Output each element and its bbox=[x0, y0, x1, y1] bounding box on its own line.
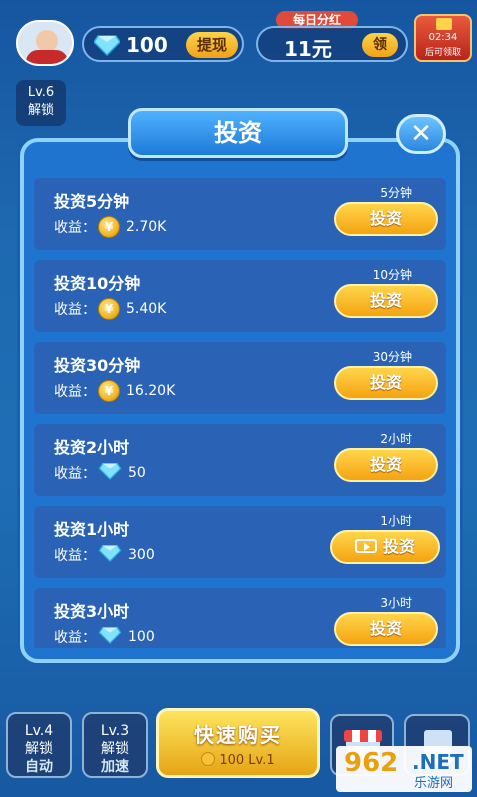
invest-option-row: 投资2小时收益： 50 2小时投资 bbox=[34, 424, 446, 496]
invest-button[interactable]: 投资 bbox=[334, 366, 438, 400]
watermark-logo: 962 .NET 乐游网 bbox=[336, 746, 472, 792]
quick-buy-cost-text: 100 Lv.1 bbox=[219, 753, 275, 768]
coin-icon: ¥ bbox=[98, 380, 120, 402]
invest-button[interactable]: 投资 bbox=[334, 202, 438, 236]
invest-option-title: 投资1小时 bbox=[54, 520, 130, 539]
reward-label: 收益： bbox=[54, 384, 96, 400]
invest-option-reward: 收益： 100 bbox=[54, 626, 155, 648]
reward-label: 收益： bbox=[54, 630, 96, 646]
close-button[interactable]: ✕ bbox=[396, 114, 446, 154]
video-icon bbox=[354, 539, 377, 553]
invest-option-duration: 3小时 bbox=[380, 596, 412, 610]
invest-button-label: 投资 bbox=[369, 455, 402, 474]
invest-button-label: 投资 bbox=[369, 373, 402, 392]
gem-balance: 100 提现 bbox=[82, 26, 244, 62]
invest-option-row: 投资30分钟 收益： ¥16.20K 30分钟 投资 bbox=[34, 342, 446, 414]
invest-option-duration: 10分钟 bbox=[372, 268, 412, 282]
invest-option-reward: 收益： ¥2.70K bbox=[54, 216, 166, 238]
invest-option-duration: 30分钟 bbox=[372, 350, 412, 364]
watch-video-invest-button[interactable]: 投资 bbox=[330, 530, 440, 564]
speed-level: Lv.3 bbox=[100, 723, 130, 739]
invest-option-duration: 2小时 bbox=[380, 432, 412, 446]
timed-gift[interactable]: 02:34 后可领取 bbox=[414, 14, 472, 62]
avatar-shirt bbox=[26, 50, 68, 64]
invest-option-reward: 收益： ¥5.40K bbox=[54, 298, 166, 320]
watermark-net: .NET bbox=[412, 750, 464, 774]
invest-option-title: 投资2小时 bbox=[54, 438, 130, 457]
withdraw-button[interactable]: 提现 bbox=[186, 32, 238, 58]
close-icon: ✕ bbox=[410, 119, 432, 149]
watermark-text: 乐游网 bbox=[414, 776, 454, 791]
invest-button-label: 投资 bbox=[369, 209, 402, 228]
reward-value: 100 bbox=[128, 629, 155, 645]
gift-timer: 02:34 bbox=[428, 32, 458, 43]
invest-option-reward: 收益： 300 bbox=[54, 544, 155, 566]
invest-option-row: 投资3小时收益： 100 3小时投资 bbox=[34, 588, 446, 648]
reward-label: 收益： bbox=[54, 220, 96, 236]
invest-button[interactable]: 投资 bbox=[334, 448, 438, 482]
diamond-icon bbox=[98, 544, 122, 566]
invest-option-title: 投资3小时 bbox=[54, 602, 130, 621]
invest-option-reward: 收益： ¥16.20K bbox=[54, 380, 175, 402]
reward-value: 16.20K bbox=[126, 383, 176, 399]
auto-unlock-label: 解锁 bbox=[25, 741, 53, 757]
auto-level: Lv.4 bbox=[24, 723, 54, 739]
money-balance: 11元 领 bbox=[256, 26, 408, 62]
coin-icon: ¥ bbox=[98, 298, 120, 320]
invest-option-row: 投资1小时收益： 300 1小时投资 bbox=[34, 506, 446, 578]
reward-label: 收益： bbox=[54, 302, 96, 318]
watermark-number: 962 bbox=[344, 748, 399, 778]
invest-button[interactable]: 投资 bbox=[334, 612, 438, 646]
invest-option-reward: 收益： 50 bbox=[54, 462, 146, 484]
reward-label: 收益： bbox=[54, 548, 96, 564]
invest-button-label: 投资 bbox=[382, 537, 415, 556]
speed-label: 加速 bbox=[101, 759, 129, 775]
invest-button-label: 投资 bbox=[369, 619, 402, 638]
top-unlock-label: 解锁 bbox=[27, 103, 54, 118]
diamond-icon bbox=[94, 35, 120, 56]
top-unlock-badge[interactable]: Lv.6 解锁 bbox=[16, 80, 66, 126]
invest-option-title: 投资10分钟 bbox=[54, 274, 141, 293]
invest-option-title: 投资30分钟 bbox=[54, 356, 141, 375]
dialog-title: 投资 bbox=[128, 108, 348, 158]
top-unlock-level: Lv.6 bbox=[27, 85, 55, 100]
auto-unlock-button[interactable]: Lv.4 解锁 自动 bbox=[6, 712, 72, 778]
invest-list[interactable]: 投资5分钟 收益： ¥2.70K 5分钟 投资 投资10分钟 收益： ¥5.40K 10分钟 投资… bbox=[34, 178, 446, 648]
gift-timer-caption: 后可领取 bbox=[424, 48, 461, 58]
invest-dialog: 投资5分钟 收益： ¥2.70K 5分钟 投资 投资10分钟 收益： ¥5.40K 10分钟 投资… bbox=[20, 138, 460, 663]
gift-icon bbox=[436, 18, 452, 30]
quick-buy-label: 快速购买 bbox=[194, 723, 282, 747]
invest-button[interactable]: 投资 bbox=[334, 284, 438, 318]
avatar-face bbox=[36, 30, 58, 52]
invest-option-title: 投资5分钟 bbox=[54, 192, 130, 211]
speed-unlock-label: 解锁 bbox=[101, 741, 129, 757]
reward-value: 5.40K bbox=[126, 301, 167, 317]
reward-value: 2.70K bbox=[126, 219, 167, 235]
top-bar: 100 提现 每日分红 11元 领 02:34 后可领取 bbox=[0, 0, 477, 70]
reward-value: 300 bbox=[128, 547, 155, 563]
claim-button[interactable]: 领 bbox=[362, 33, 398, 57]
invest-option-row: 投资10分钟 收益： ¥5.40K 10分钟 投资 bbox=[34, 260, 446, 332]
invest-option-duration: 5分钟 bbox=[380, 186, 412, 200]
avatar[interactable] bbox=[16, 20, 74, 66]
gem-count: 100 bbox=[126, 33, 168, 57]
auto-label: 自动 bbox=[25, 759, 53, 775]
money-amount: 11元 bbox=[284, 37, 332, 61]
invest-option-duration: 1小时 bbox=[380, 514, 412, 528]
diamond-icon bbox=[98, 462, 122, 484]
coin-icon: ¥ bbox=[98, 216, 120, 238]
quick-buy-button[interactable]: 快速购买 100 Lv.1 bbox=[156, 708, 320, 778]
invest-option-row: 投资5分钟收益： ¥2.70K 5分钟投资 bbox=[34, 178, 446, 250]
invest-button-label: 投资 bbox=[369, 291, 402, 310]
coin-icon bbox=[201, 752, 216, 766]
reward-value: 50 bbox=[128, 465, 146, 481]
shop-icon bbox=[344, 730, 382, 742]
reward-label: 收益： bbox=[54, 466, 96, 482]
diamond-icon bbox=[98, 626, 122, 648]
speed-unlock-button[interactable]: Lv.3 解锁 加速 bbox=[82, 712, 148, 778]
quick-buy-cost: 100 Lv.1 bbox=[159, 752, 317, 768]
